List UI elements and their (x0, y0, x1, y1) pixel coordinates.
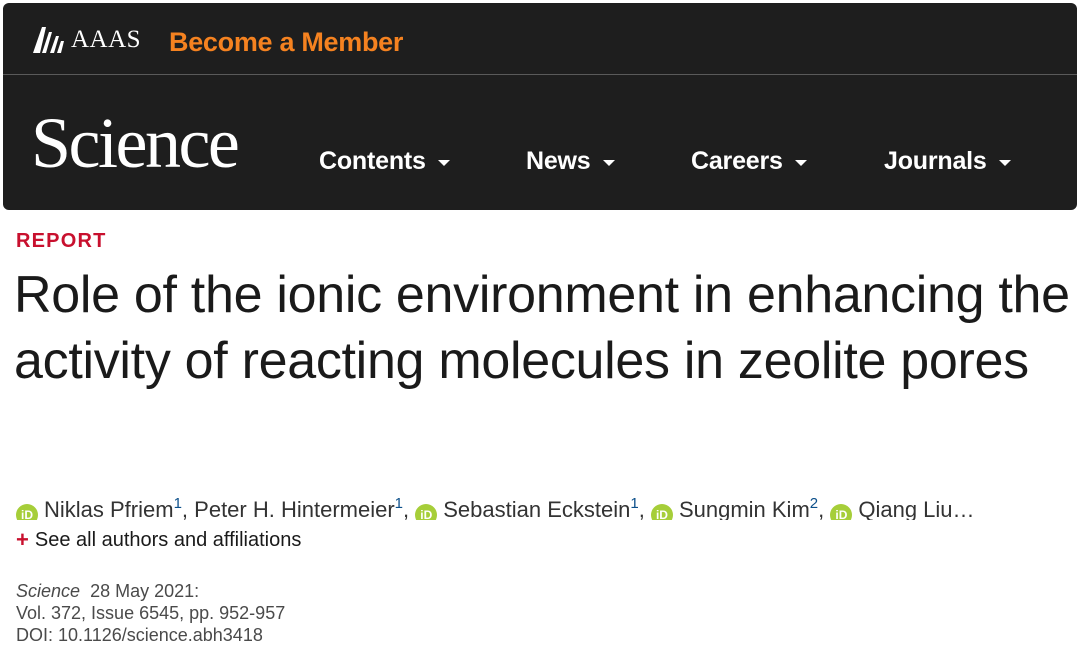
citation-volume: Vol. 372, Issue 6545, pp. 952-957 (16, 603, 286, 623)
chevron-down-icon (437, 159, 450, 166)
see-all-authors-button[interactable]: + See all authors and affiliations (16, 526, 301, 554)
author-name-link[interactable]: Niklas Pfriem (44, 497, 174, 520)
author: iD Niklas Pfriem1, (16, 495, 195, 520)
nav-contents[interactable]: Contents (319, 141, 450, 181)
article-title: Role of the ionic environment in enhanci… (14, 266, 1070, 390)
affiliation-number[interactable]: 1 (174, 495, 182, 512)
author-separator: , (818, 497, 831, 520)
aaas-wordmark: AAAS (71, 26, 142, 53)
affiliation-number[interactable]: 1 (630, 495, 638, 512)
author-name-link[interactable]: Sungmin Kim (679, 497, 810, 520)
nav-label: Careers (691, 147, 783, 175)
author: iD Sebastian Eckstein1, (415, 495, 651, 520)
top-bar: AAAS Become a Member (3, 3, 1077, 75)
nav-careers[interactable]: Careers (691, 141, 807, 181)
author-list: iD Niklas Pfriem1, Peter H. Hintermeier1,… (16, 488, 1078, 520)
affiliation-number[interactable]: 2 (810, 495, 818, 512)
nav-label: News (526, 147, 591, 175)
orcid-icon[interactable]: iD (650, 504, 673, 520)
nav-label: Journals (884, 147, 987, 175)
author-name-link[interactable]: Peter H. Hintermeier (194, 497, 395, 520)
chevron-down-icon (998, 159, 1011, 166)
author-separator: , (403, 497, 416, 520)
author: iD Sungmin Kim2, (650, 495, 831, 520)
become-member-link[interactable]: Become a Member (169, 25, 403, 59)
author: iD Qiang Liu… (830, 497, 975, 520)
aaas-logo-icon (33, 27, 64, 53)
author-name-link[interactable]: Sebastian Eckstein (443, 497, 630, 520)
nav-journals[interactable]: Journals (884, 141, 1011, 181)
citation-doi[interactable]: DOI: 10.1126/science.abh3418 (16, 624, 285, 646)
orcid-icon[interactable]: iD (830, 504, 853, 520)
author-separator: , (638, 497, 651, 520)
article-type-label: REPORT (16, 230, 107, 252)
aaas-logo-link[interactable]: AAAS (31, 25, 141, 55)
author-name-link[interactable]: Qiang Liu (858, 497, 952, 520)
see-all-label: See all authors and affiliations (34, 529, 302, 551)
journal-name: Science (16, 581, 81, 601)
publication-date: 28 May 2021: (90, 581, 200, 601)
chevron-down-icon (794, 159, 807, 166)
orcid-icon[interactable]: iD (16, 504, 38, 520)
citation-block: Science 28 May 2021: Vol. 372, Issue 654… (16, 580, 285, 646)
plus-icon: + (16, 527, 29, 552)
citation-line-journal: Science 28 May 2021: (16, 580, 285, 602)
affiliation-number[interactable]: 1 (395, 495, 403, 512)
nav-label: Contents (319, 147, 426, 175)
main-nav: Contents News Careers Journals (3, 141, 1077, 181)
author-separator: , (181, 497, 195, 520)
orcid-icon[interactable]: iD (415, 504, 438, 520)
nav-news[interactable]: News (526, 141, 615, 181)
author-list-ellipsis: … (952, 497, 975, 520)
site-header: AAAS Become a Member Science Contents Ne… (3, 3, 1077, 210)
chevron-down-icon (602, 159, 615, 166)
author: Peter H. Hintermeier1, (194, 495, 416, 520)
